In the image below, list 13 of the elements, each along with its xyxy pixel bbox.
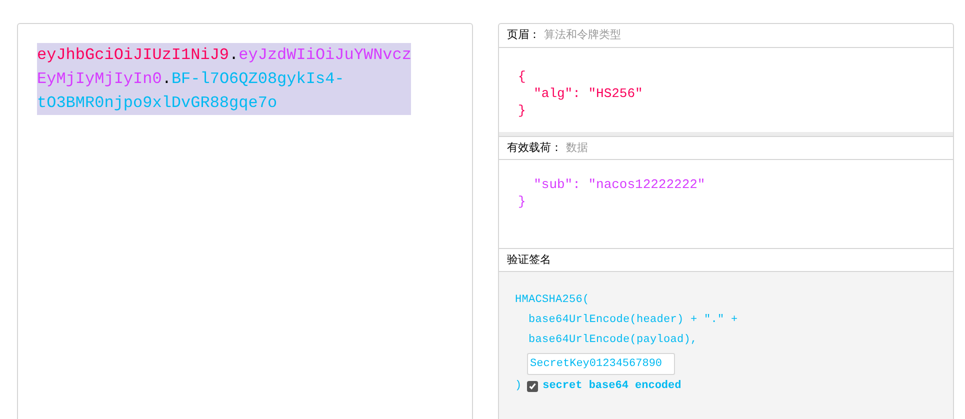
section-subtitle: 算法和令牌类型 <box>544 28 621 44</box>
checkbox[interactable] <box>526 380 538 392</box>
section-title: 页眉： <box>507 28 540 44</box>
section-title: 验证签名 <box>507 252 551 268</box>
code-text[interactable]: { "alg": "HS256" } <box>518 68 643 119</box>
code-text[interactable]: HMACSHA256( base64UrlEncode(header) + "." + base64UrlEncode(payload), <box>515 290 738 350</box>
secret-input[interactable]: SecretKey01234567890 <box>527 353 675 375</box>
checkbox-label: secret base64 encoded <box>542 379 682 394</box>
section-subtitle: 数据 <box>566 140 588 156</box>
code-text[interactable]: "sub": "nacos12222222" } <box>518 176 706 210</box>
closing-paren: ) <box>515 379 522 394</box>
token-text[interactable]: eyJhbGciOiJIUzI1NiJ9.eyJzdWIiOiJuYWNvcz EyMjIyMjIyIn0.BF-l7O6QZ08gykIs4- tO3BMR0njpo9xlDvGR88gqe7o <box>37 43 412 115</box>
section-title: 有效载荷： <box>507 140 562 156</box>
